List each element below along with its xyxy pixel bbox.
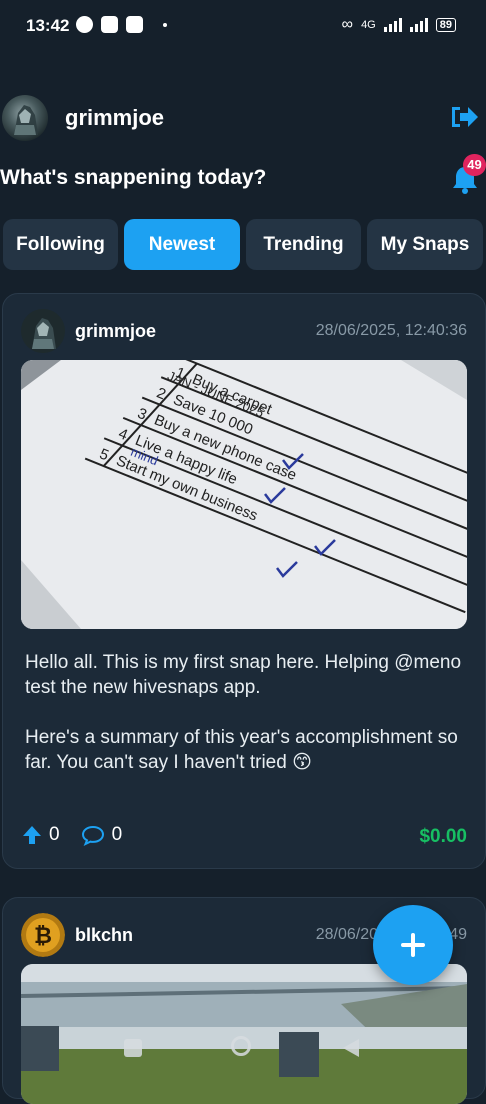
post-username[interactable]: blkchn <box>75 925 133 946</box>
bitcoin-avatar-icon: ₿ <box>21 913 65 957</box>
post-text-paragraph: Hello all. This is my first snap here. H… <box>25 652 462 698</box>
post-text-paragraph: Here's a summary of this year's accompli… <box>25 727 458 773</box>
recents-button[interactable] <box>124 1039 142 1057</box>
status-system-icons: ∞ 4G 89 <box>342 16 456 34</box>
avatar-image <box>14 105 38 135</box>
post-avatar[interactable] <box>21 309 65 353</box>
post-avatar[interactable]: ₿ <box>21 913 65 957</box>
whatsapp-icon <box>76 16 93 33</box>
post-body: Hello all. This is my first snap here. H… <box>25 650 465 775</box>
status-bar: 13:42 ∞ 4G 89 <box>0 0 486 52</box>
avatar-image <box>21 309 65 353</box>
post-image[interactable]: JAN - JUNE 2025 1 Buy a carpet 2 Save 10… <box>21 360 467 629</box>
avatar[interactable] <box>2 95 48 141</box>
battery-level: 89 <box>435 18 456 32</box>
status-time: 13:42 <box>26 16 70 35</box>
post-timestamp: 28/06/2025, 12:40:36 <box>315 322 467 339</box>
svg-text:₿: ₿ <box>34 923 52 948</box>
youtube-icon <box>101 16 118 33</box>
header-username[interactable]: grimmjoe <box>65 105 164 131</box>
network-type: 4G <box>361 19 376 31</box>
signal-icon-2 <box>409 18 428 32</box>
create-snap-button[interactable] <box>373 905 453 985</box>
tab-newest[interactable]: Newest <box>124 219 240 270</box>
signal-icon <box>383 18 402 32</box>
comment-icon[interactable] <box>80 824 106 846</box>
feed-tabs: Following Newest Trending My Snaps <box>0 219 486 271</box>
page-title: What's snappening today? <box>0 166 267 189</box>
tab-my-snaps[interactable]: My Snaps <box>367 219 483 270</box>
logout-icon[interactable] <box>448 103 480 131</box>
comment-count: 0 <box>111 824 123 845</box>
home-button[interactable] <box>231 1036 251 1056</box>
notification-badge: 49 <box>463 154 486 176</box>
upvote-arrow-icon[interactable] <box>21 824 43 846</box>
snap-card[interactable]: grimmjoe 28/06/2025, 12:40:36 JAN - JUNE… <box>2 293 486 869</box>
link-icon: ∞ <box>341 16 354 33</box>
system-nav-bar <box>0 1032 486 1062</box>
tab-trending[interactable]: Trending <box>246 219 361 270</box>
paper-note-image: JAN - JUNE 2025 1 Buy a carpet 2 Save 10… <box>21 360 467 629</box>
upload-icon <box>126 16 143 33</box>
status-notification-icons <box>76 16 167 33</box>
dot-icon <box>163 22 167 27</box>
upvote-count: 0 <box>49 824 60 845</box>
payout-value: $0.00 <box>419 826 467 847</box>
post-username[interactable]: grimmjoe <box>75 321 156 342</box>
post-actions: 0 0 <box>21 824 122 846</box>
back-button[interactable] <box>341 1037 361 1059</box>
tab-following[interactable]: Following <box>3 219 118 270</box>
